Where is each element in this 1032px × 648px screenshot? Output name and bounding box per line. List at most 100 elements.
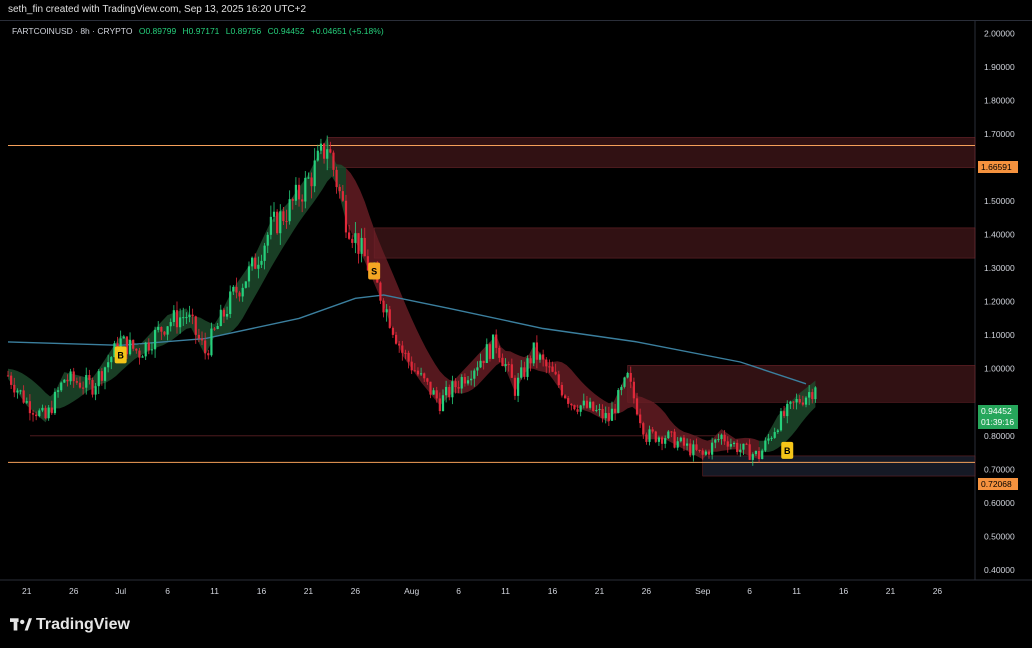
- candle-body: [726, 441, 729, 447]
- candle-body: [739, 449, 742, 453]
- candle-body: [542, 354, 545, 360]
- symbol-name: FARTCOINUSD · 8h · CRYPTO: [12, 26, 133, 36]
- candle-body: [523, 367, 526, 377]
- candle-body: [194, 316, 197, 335]
- candle-body: [82, 387, 85, 389]
- candle-body: [288, 199, 291, 222]
- candle-body: [66, 379, 69, 382]
- candle-body: [495, 334, 498, 348]
- candle-body: [132, 339, 135, 349]
- candle-body: [670, 431, 673, 433]
- candle-body: [254, 257, 257, 269]
- candle-body: [579, 405, 582, 412]
- candle-body: [473, 370, 476, 379]
- support-price-label: 0.72068: [981, 479, 1012, 489]
- candle-body: [801, 402, 804, 405]
- candle-body: [598, 408, 601, 410]
- candle-body: [491, 334, 495, 359]
- signal-label: B: [117, 350, 124, 360]
- candle-body: [526, 358, 529, 377]
- candle-body: [238, 292, 241, 297]
- candle-body: [229, 291, 232, 314]
- candle-body: [451, 381, 454, 398]
- candle-body: [745, 443, 748, 445]
- candle-body: [360, 237, 363, 254]
- candle-body: [401, 345, 404, 353]
- candle-body: [754, 450, 758, 455]
- candle-body: [667, 431, 670, 439]
- signal-markers: B S B: [114, 262, 794, 459]
- price-tick-label: 1.50000: [984, 196, 1015, 206]
- candle-body: [28, 401, 32, 414]
- candle-body: [44, 407, 47, 419]
- candle-body: [185, 317, 188, 319]
- candle-body: [166, 326, 169, 335]
- time-tick-label: Jul: [115, 586, 126, 596]
- candle-body: [179, 317, 182, 328]
- candle-body: [639, 414, 642, 424]
- candle-body: [476, 367, 479, 371]
- candle-body: [742, 443, 745, 450]
- candle-body: [182, 317, 185, 319]
- candle-body: [426, 378, 429, 382]
- candle-body: [576, 409, 579, 412]
- candle-body: [532, 342, 535, 364]
- price-tick-label: 0.80000: [984, 431, 1015, 441]
- candle-body: [648, 429, 651, 442]
- candle-body: [72, 371, 75, 382]
- price-tick-label: 0.70000: [984, 464, 1015, 474]
- time-tick-label: 16: [548, 586, 558, 596]
- candle-body: [654, 431, 657, 442]
- price-zone: [373, 227, 976, 259]
- candle-body: [88, 375, 91, 381]
- signal-label: S: [371, 266, 377, 276]
- candle-body: [660, 437, 664, 444]
- candle-body: [385, 309, 388, 313]
- brand-name: TradingView: [36, 616, 130, 633]
- candle-body: [607, 413, 610, 421]
- tradingview-brand[interactable]: TradingView: [10, 616, 130, 634]
- candle-body: [419, 373, 423, 375]
- candle-body: [319, 143, 323, 151]
- candle-body: [22, 390, 25, 403]
- candle-body: [404, 352, 407, 354]
- candle-body: [773, 432, 776, 438]
- time-tick-label: 21: [22, 586, 32, 596]
- high-value: H0.97171: [182, 26, 220, 36]
- candle-body: [329, 149, 332, 153]
- candle-body: [38, 410, 41, 417]
- candle-body: [272, 211, 276, 217]
- resistance-price-label: 1.66591: [981, 162, 1012, 172]
- candle-body: [635, 398, 639, 415]
- candle-body: [676, 441, 679, 448]
- candle-body: [63, 379, 66, 383]
- candle-body: [651, 429, 654, 432]
- candle-body: [435, 390, 438, 399]
- candle-body: [554, 371, 557, 375]
- candle-body: [582, 400, 585, 406]
- candle-body: [645, 434, 648, 442]
- time-tick-label: 26: [351, 586, 361, 596]
- candle-body: [413, 370, 416, 372]
- trend-ribbon-segment: [8, 137, 346, 423]
- price-axis: 2.000001.900001.800001.700001.600001.500…: [984, 28, 1015, 575]
- candle-body: [811, 392, 814, 400]
- candle-body: [570, 403, 573, 406]
- candle-body: [485, 344, 488, 363]
- candle-body: [103, 367, 107, 381]
- price-chart[interactable]: B S B 2.000001.900001.800001.700001.600001…: [0, 20, 1032, 604]
- candle-body: [279, 211, 282, 234]
- price-tick-label: 0.50000: [984, 531, 1015, 541]
- time-tick-label: 26: [933, 586, 943, 596]
- candle-body: [507, 364, 510, 366]
- candle-body: [56, 390, 60, 392]
- candle-body: [266, 234, 269, 246]
- signal-label: B: [784, 446, 791, 456]
- candle-body: [332, 152, 335, 170]
- candle-body: [673, 431, 676, 448]
- candle-body: [751, 454, 754, 460]
- candle-body: [338, 186, 341, 192]
- candle-body: [657, 437, 661, 442]
- time-tick-label: 16: [257, 586, 267, 596]
- time-tick-label: 6: [456, 586, 461, 596]
